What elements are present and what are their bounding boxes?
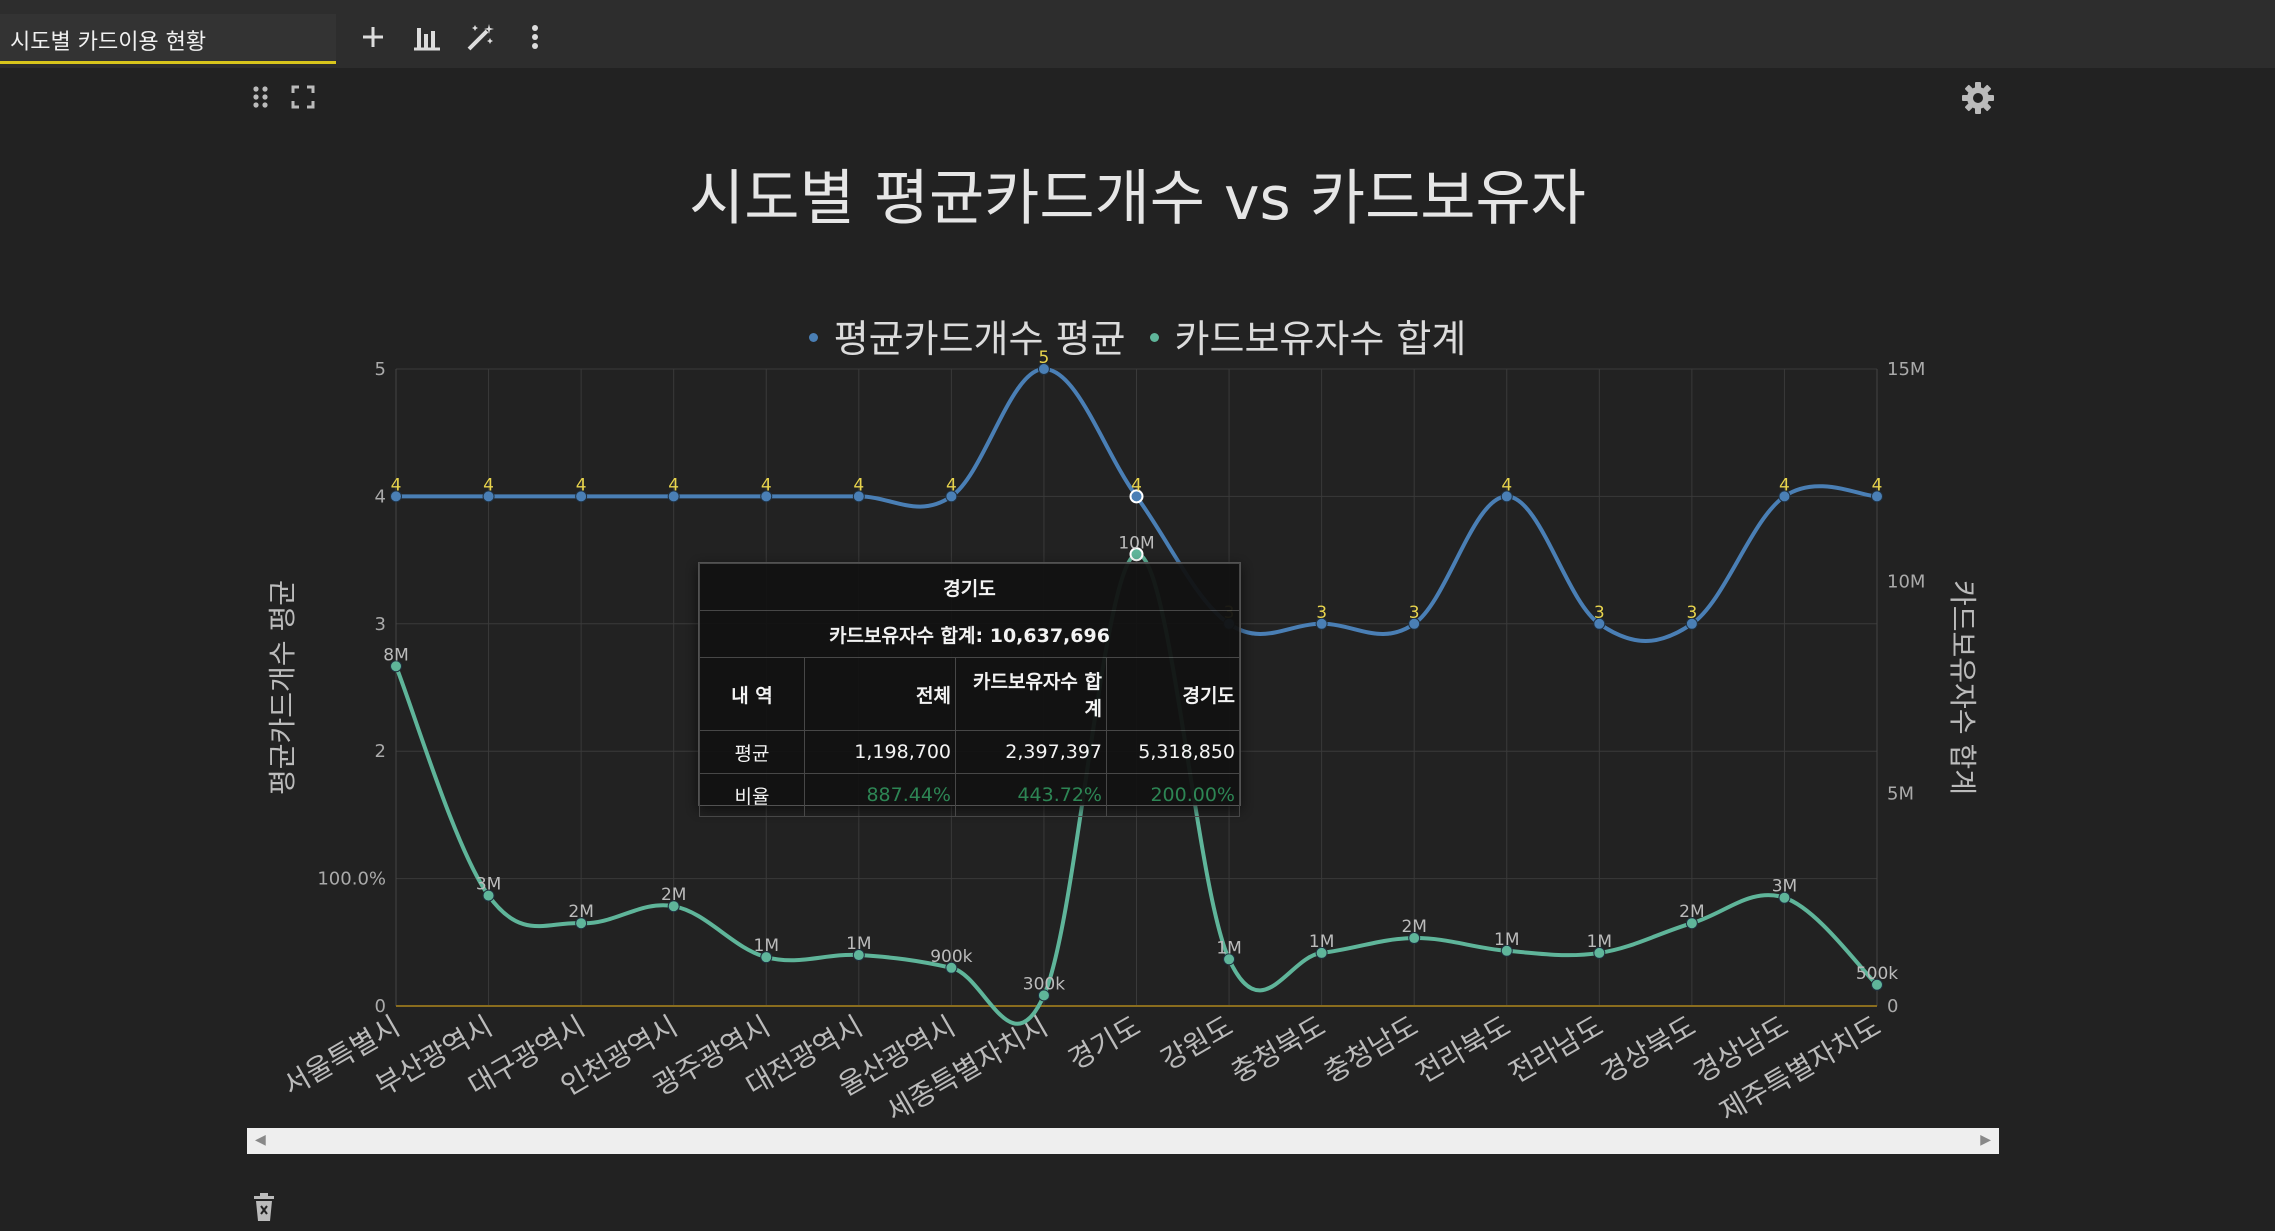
data-label-card-holders: 2M: [1401, 917, 1426, 937]
data-label-avg-cards: 4: [483, 475, 494, 495]
data-label-card-holders: 1M: [1309, 932, 1334, 952]
y-right-axis-label: 카드보유자수 합계: [1946, 580, 1979, 795]
chart-tooltip: 경기도 카드보유자수 합계: 10,637,696 내 역 전체 카드보유자수 …: [698, 562, 1241, 817]
tooltip-cell: 비율: [699, 773, 805, 817]
y-left-tick-label: 2: [375, 741, 386, 762]
y-right-tick-label: 5M: [1887, 784, 1914, 805]
tooltip-cell: 887.44%: [804, 773, 956, 817]
x-tick-label: 경기도: [1063, 1009, 1146, 1076]
data-label-card-holders: 8M: [383, 645, 408, 665]
data-label-card-holders: 300k: [1023, 974, 1065, 994]
data-label-avg-cards: 4: [946, 475, 957, 495]
x-tick-label: 전라북도: [1411, 1009, 1517, 1089]
data-label-card-holders: 2M: [568, 902, 593, 922]
y-left-axis-label: 평균카드개수 평균: [266, 580, 299, 795]
data-label-card-holders: 3M: [1772, 877, 1797, 897]
data-label-card-holders: 1M: [1587, 932, 1612, 952]
data-label-card-holders: 1M: [1494, 930, 1519, 950]
scroll-left-icon[interactable]: ◀: [255, 1132, 266, 1148]
y-left-tick-label: 3: [375, 614, 386, 635]
x-tick-label: 충청북도: [1225, 1009, 1331, 1089]
y-left-tick-label: 100.0%: [317, 869, 386, 890]
data-label-avg-cards: 3: [1594, 603, 1605, 623]
x-tick-label: 충청남도: [1318, 1009, 1424, 1089]
data-label-avg-cards: 4: [576, 475, 587, 495]
data-label-card-holders: 10M: [1118, 533, 1154, 553]
tooltip-cell: 200.00%: [1106, 773, 1240, 817]
data-label-avg-cards: 4: [1501, 475, 1512, 495]
tooltip-cell: 443.72%: [955, 773, 1107, 817]
x-tick-label: 전라남도: [1503, 1009, 1609, 1089]
tooltip-col-item: 내 역: [699, 657, 805, 731]
y-left-tick-label: 4: [375, 486, 386, 507]
x-tick-label: 강원도: [1155, 1009, 1238, 1076]
tooltip-subtitle: 카드보유자수 합계: 10,637,696: [699, 610, 1240, 658]
data-label-avg-cards: 3: [1686, 603, 1697, 623]
tooltip-col-region: 경기도: [1106, 657, 1240, 731]
data-label-avg-cards: 4: [391, 475, 402, 495]
data-label-avg-cards: 3: [1316, 603, 1327, 623]
tooltip-cell: 2,397,397: [955, 730, 1107, 774]
data-label-avg-cards: 4: [761, 475, 772, 495]
data-label-card-holders: 2M: [661, 885, 686, 905]
data-label-card-holders: 500k: [1856, 964, 1898, 984]
data-label-avg-cards: 4: [853, 475, 864, 495]
y-right-tick-label: 15M: [1887, 359, 1925, 380]
horizontal-scrollbar[interactable]: ◀ ▶: [247, 1128, 1999, 1154]
data-label-avg-cards: 5: [1039, 348, 1050, 368]
tooltip-table: 경기도 카드보유자수 합계: 10,637,696 내 역 전체 카드보유자수 …: [699, 563, 1240, 817]
y-left-tick-label: 5: [375, 359, 386, 380]
data-label-avg-cards: 4: [668, 475, 679, 495]
x-tick-label: 경상북도: [1596, 1009, 1702, 1089]
data-label-card-holders: 2M: [1679, 902, 1704, 922]
data-label-card-holders: 1M: [846, 934, 871, 954]
data-label-card-holders: 1M: [1216, 938, 1241, 958]
data-label-card-holders: 1M: [754, 936, 779, 956]
data-label-avg-cards: 4: [1131, 475, 1142, 495]
data-label-card-holders: 900k: [930, 947, 972, 967]
data-label-card-holders: 3M: [476, 875, 501, 895]
data-label-avg-cards: 3: [1409, 603, 1420, 623]
data-label-avg-cards: 4: [1872, 475, 1883, 495]
tooltip-cell: 5,318,850: [1106, 730, 1240, 774]
tooltip-col-holders: 카드보유자수 합계: [955, 657, 1107, 731]
tooltip-title: 경기도: [699, 563, 1240, 611]
tooltip-col-total: 전체: [804, 657, 956, 731]
tooltip-cell: 1,198,700: [804, 730, 956, 774]
y-right-tick-label: 0: [1887, 996, 1898, 1017]
tooltip-cell: 평균: [699, 730, 805, 774]
y-right-tick-label: 10M: [1887, 571, 1925, 592]
scroll-right-icon[interactable]: ▶: [1980, 1132, 1991, 1148]
data-label-avg-cards: 4: [1779, 475, 1790, 495]
